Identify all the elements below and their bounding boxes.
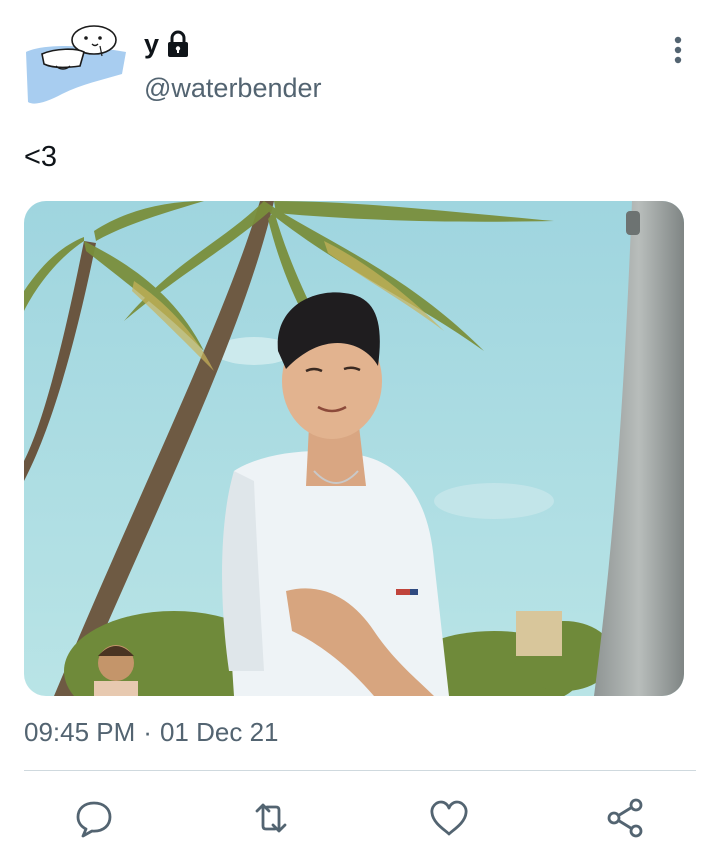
more-vertical-icon[interactable]: [664, 34, 692, 66]
meta-separator: ·: [143, 717, 152, 747]
tweet-timestamp[interactable]: 09:45 PM · 01 Dec 21: [24, 716, 279, 748]
share-icon[interactable]: [604, 796, 648, 840]
heart-icon[interactable]: [427, 796, 471, 840]
reply-icon[interactable]: [72, 796, 116, 840]
avatar-illustration: [26, 25, 126, 104]
divider: [24, 770, 696, 771]
action-bar: [0, 796, 720, 844]
photo-illustration: [24, 201, 684, 696]
display-name[interactable]: y: [144, 28, 159, 60]
lock-icon: [165, 30, 191, 58]
tweet[interactable]: y @waterbender <3 09:45 PM · 01 Dec 21: [0, 0, 720, 864]
user-handle[interactable]: @waterbender: [144, 72, 322, 104]
avatar[interactable]: [22, 22, 130, 108]
retweet-icon[interactable]: [249, 796, 293, 840]
tweet-photo[interactable]: [24, 201, 684, 696]
tweet-text: <3: [24, 141, 58, 173]
tweet-time: 09:45 PM: [24, 717, 136, 747]
tweet-date: 01 Dec 21: [159, 717, 279, 747]
